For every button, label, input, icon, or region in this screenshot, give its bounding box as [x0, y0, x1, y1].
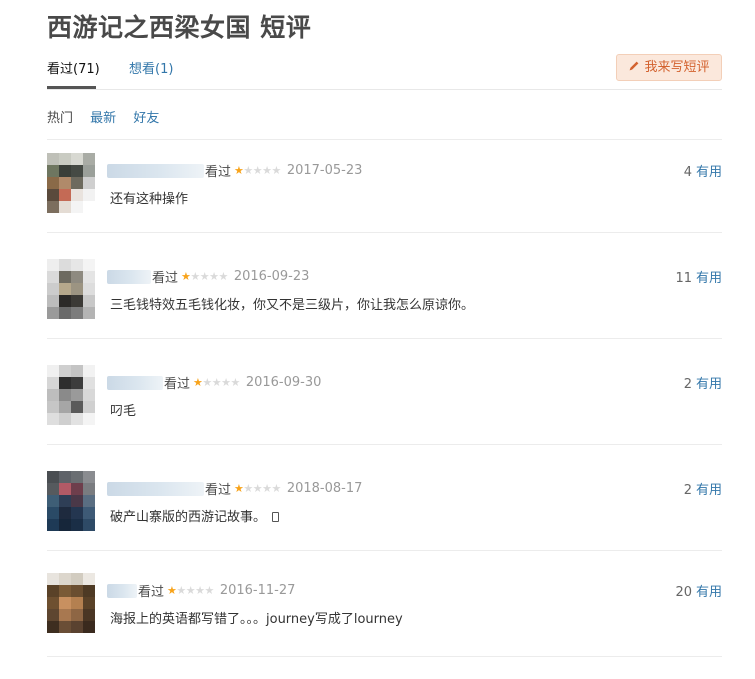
list-divider [47, 232, 722, 233]
list-divider [47, 139, 722, 140]
useful-button[interactable]: 有用 [696, 483, 722, 498]
comment-date: 2016-11-27 [219, 583, 296, 598]
avatar[interactable] [47, 573, 95, 633]
avatar[interactable] [47, 471, 95, 531]
avatar[interactable] [47, 259, 95, 319]
vote-area: 20 有用 [675, 581, 722, 600]
vote-area: 2 有用 [684, 373, 722, 392]
filter-friends[interactable]: 好友 [133, 107, 159, 126]
filter-latest[interactable]: 最新 [90, 107, 116, 126]
phone-icon [272, 512, 280, 522]
useful-button[interactable]: 有用 [696, 377, 722, 392]
vote-count: 4 [683, 165, 692, 180]
username[interactable] [107, 583, 137, 598]
comment-meta: 看过 ★★★★★ 2016-09-23 [107, 267, 310, 286]
write-review-label: 我来写短评 [644, 60, 710, 75]
comment-text: 海报上的英语都写错了。。。journey写成了lourney [110, 612, 403, 627]
vote-count: 20 [675, 585, 692, 600]
comment-text: 三毛钱特效五毛钱化妆，你又不是三级片，你让我怎么原谅你。 [110, 298, 475, 313]
tab-want[interactable]: 想看(1) [129, 58, 173, 77]
comment-meta: 看过 ★★★★★ 2018-08-17 [107, 479, 363, 498]
comment-meta: 看过 ★★★★★ 2016-09-30 [107, 373, 322, 392]
filter-hot[interactable]: 热门 [47, 107, 73, 126]
tab-seen[interactable]: 看过(71) [47, 58, 100, 77]
comment-item: 看过 ★★★★★ 2016-09-23 11 有用 三毛钱特效五毛钱化妆，你又不是三级… [47, 259, 722, 365]
comment-item: 看过 ★★★★★ 2016-11-27 20 有用 海报上的英语都写错了。。。jour… [47, 573, 722, 679]
header-divider [47, 89, 722, 90]
vote-area: 2 有用 [684, 479, 722, 498]
vote-area: 4 有用 [684, 161, 722, 180]
username[interactable] [107, 481, 204, 496]
comment-text: 破产山寨版的西游记故事。 [110, 506, 280, 525]
comment-date: 2018-08-17 [286, 481, 363, 496]
list-divider [47, 444, 722, 445]
comment-date: 2016-09-23 [233, 269, 310, 284]
username[interactable] [107, 269, 151, 284]
vote-count: 11 [675, 271, 692, 286]
page-title: 西游记之西梁女国 短评 [47, 13, 312, 42]
write-review-button[interactable]: 我来写短评 [616, 54, 722, 81]
username[interactable] [107, 163, 204, 178]
comment-text: 叼毛 [110, 404, 137, 419]
comment-text-content: 破产山寨版的西游记故事。 [110, 510, 267, 525]
watch-status: 看过 [152, 271, 179, 286]
comment-meta: 看过 ★★★★★ 2017-05-23 [107, 161, 363, 180]
watch-status: 看过 [164, 377, 191, 392]
useful-button[interactable]: 有用 [696, 271, 722, 286]
pencil-icon [630, 61, 639, 71]
watch-status: 看过 [205, 483, 232, 498]
rating-stars: ★★★★★ [167, 584, 214, 597]
vote-count: 2 [683, 483, 692, 498]
watch-status: 看过 [205, 165, 232, 180]
avatar[interactable] [47, 153, 95, 213]
rating-stars: ★★★★★ [193, 376, 240, 389]
comment-item: 看过 ★★★★★ 2016-09-30 2 有用 叼毛 [47, 365, 722, 471]
avatar[interactable] [47, 365, 95, 425]
watch-status: 看过 [138, 585, 165, 600]
vote-count: 2 [683, 377, 692, 392]
sort-filters: 热门 最新 好友 [47, 107, 172, 126]
comment-item: 看过 ★★★★★ 2018-08-17 2 有用 破产山寨版的西游记故事。 [47, 471, 722, 577]
list-divider [47, 338, 722, 339]
useful-button[interactable]: 有用 [696, 165, 722, 180]
rating-stars: ★★★★★ [234, 482, 281, 495]
comment-date: 2016-09-30 [245, 375, 322, 390]
rating-stars: ★★★★★ [181, 270, 228, 283]
list-divider [47, 550, 722, 551]
username[interactable] [107, 375, 163, 390]
comment-item: 看过 ★★★★★ 2017-05-23 4 有用 还有这种操作 [47, 153, 722, 259]
comment-text: 还有这种操作 [110, 192, 189, 207]
rating-stars: ★★★★★ [234, 164, 281, 177]
vote-area: 11 有用 [675, 267, 722, 286]
useful-button[interactable]: 有用 [696, 585, 722, 600]
comment-date: 2017-05-23 [286, 163, 363, 178]
comment-meta: 看过 ★★★★★ 2016-11-27 [107, 581, 296, 600]
